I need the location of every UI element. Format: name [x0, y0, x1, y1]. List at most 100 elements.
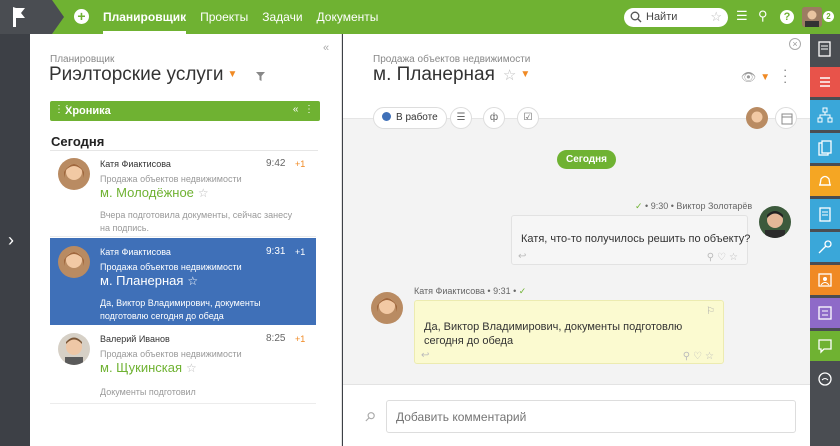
item-plus-count: +1 — [295, 334, 306, 344]
chronicle-label: Хроника — [65, 105, 111, 117]
item-author[interactable]: Валерий Иванов — [100, 334, 170, 344]
item-object: м. Планерная ☆ — [100, 273, 198, 288]
contact-card-icon[interactable] — [810, 265, 840, 295]
item-text: Документы подготовил — [100, 387, 196, 397]
eye-icon[interactable]: 👁 ▼ — [741, 70, 770, 84]
message-bubble-incoming: ⚐ Да, Виктор Владимирович, документы под… — [414, 300, 724, 364]
avatar — [58, 246, 90, 278]
comment-input[interactable] — [386, 400, 796, 433]
bell-icon[interactable] — [810, 166, 840, 196]
item-subject[interactable]: Продажа объектов недвижимости — [100, 349, 242, 359]
nav-documents[interactable]: Документы — [317, 0, 379, 34]
list-item[interactable]: Валерий Иванов 8:25 +1 Продажа объектов … — [50, 327, 316, 402]
item-author[interactable]: Катя Фиактисова — [100, 159, 171, 169]
back-arrow-icon[interactable] — [38, 0, 68, 34]
clock-icon[interactable] — [810, 364, 840, 394]
date-separator: Сегодня — [557, 150, 617, 169]
chat-icon[interactable] — [810, 331, 840, 361]
phi-icon[interactable]: ф — [483, 107, 505, 129]
divider — [50, 236, 316, 237]
documents-icon[interactable] — [810, 133, 840, 163]
list-item[interactable]: Катя Фиактисова 9:42 +1 Продажа объектов… — [50, 152, 316, 234]
left-collapse-rail[interactable]: › — [0, 34, 30, 446]
list-icon[interactable] — [810, 67, 840, 97]
rocket-icon[interactable]: ⚲ — [758, 8, 768, 24]
structure-icon[interactable] — [810, 100, 840, 130]
page-title-text: Риэлторские услуги — [49, 64, 224, 85]
avatar — [58, 158, 90, 190]
chronicle-panel: « Планировщик Риэлторские услуги ▼ ⋮⋮ Хро… — [30, 34, 342, 446]
heart-icon: ♡ — [693, 351, 706, 362]
star-icon[interactable]: ☆ — [187, 274, 198, 288]
collapse-chronicle-icon[interactable]: « ⋮ — [293, 104, 314, 115]
user-avatar[interactable] — [802, 7, 822, 27]
top-bar: + Планировщик Проекты Задачи Документы Н… — [0, 0, 840, 34]
message-text: Катя, что-то получилось решить по объект… — [521, 233, 751, 245]
avatar — [759, 206, 791, 238]
caret-down-icon[interactable]: ▼ — [227, 69, 237, 80]
menu-icon[interactable]: ☰ — [736, 8, 748, 24]
reply-icon[interactable]: ↩ — [421, 350, 429, 361]
help-icon[interactable]: ? — [780, 10, 794, 24]
close-icon[interactable]: × — [789, 38, 801, 50]
message-actions[interactable]: ⚲♡☆ — [707, 252, 741, 263]
reply-icon[interactable]: ↩ — [518, 251, 526, 262]
attach-icon[interactable]: ⚲ — [361, 408, 378, 426]
conversation-panel: × Продажа объектов недвижимости м. Плане… — [343, 34, 810, 446]
star-icon[interactable]: ☆ — [186, 361, 197, 375]
message-author[interactable]: Катя Фиактисова — [414, 286, 485, 296]
chevron-right-icon[interactable]: › — [8, 230, 14, 251]
chronicle-header[interactable]: ⋮⋮ Хроника « ⋮ — [50, 101, 320, 121]
key-icon[interactable] — [810, 232, 840, 262]
item-author[interactable]: Катя Фиактисова — [100, 247, 171, 257]
message-author[interactable]: Виктор Золотарёв — [676, 201, 752, 211]
page-title[interactable]: Риэлторские услуги ▼ — [49, 64, 237, 86]
item-subject[interactable]: Продажа объектов недвижимости — [100, 174, 242, 184]
nav-tasks[interactable]: Задачи — [262, 0, 302, 34]
flag-icon[interactable]: ⚐ — [706, 306, 715, 317]
item-object-text[interactable]: м. Планерная — [100, 273, 183, 288]
add-icon[interactable]: + — [74, 9, 89, 24]
item-plus-count: +1 — [295, 247, 306, 257]
avatar — [58, 333, 90, 365]
conversation-toolbar: В работе ☰ ф ☑ — [343, 106, 810, 132]
filter-icon[interactable] — [256, 72, 265, 81]
calendar-icon[interactable] — [775, 107, 797, 129]
more-menu-icon[interactable]: · · · — [783, 63, 787, 88]
item-object-text[interactable]: м. Молодёжное — [100, 185, 194, 200]
app-logo[interactable] — [0, 0, 38, 34]
right-tool-rail — [810, 34, 840, 446]
conversation-title-text: м. Планерная — [373, 64, 495, 85]
item-plus-count: +1 — [295, 159, 306, 169]
check-icon: ✓ — [635, 201, 643, 211]
nav-planner[interactable]: Планировщик — [103, 0, 187, 34]
clipboard-icon[interactable] — [810, 199, 840, 229]
item-object: м. Щукинская ☆ — [100, 360, 197, 375]
assignee-avatar[interactable] — [746, 107, 768, 129]
star-icon[interactable]: ☆ — [710, 9, 722, 25]
search-icon — [630, 11, 642, 23]
catalog-icon[interactable] — [810, 298, 840, 328]
conversation-title: м. Планерная ☆ ▼ — [373, 64, 530, 86]
heart-icon: ♡ — [717, 252, 730, 263]
list-item-selected[interactable]: Катя Фиактисова 9:31 +1 Продажа объектов… — [50, 238, 316, 325]
caret-down-icon[interactable]: ▼ — [520, 69, 530, 80]
status-label: В работе — [396, 112, 438, 123]
star-icon[interactable]: ☆ — [503, 67, 516, 84]
notes-icon[interactable]: ☰ — [450, 107, 472, 129]
message-meta: ✓ • 9:30 • Виктор Золотарёв — [635, 201, 753, 211]
message-actions[interactable]: ⚲♡☆ — [683, 351, 717, 362]
nav-projects[interactable]: Проекты — [200, 0, 248, 34]
status-dropdown[interactable]: В работе — [373, 107, 447, 129]
flag-logo-icon — [13, 7, 25, 27]
divider — [50, 403, 316, 404]
star-icon[interactable]: ☆ — [198, 186, 209, 200]
message-time: 9:31 — [493, 286, 511, 296]
item-object-text[interactable]: м. Щукинская — [100, 360, 182, 375]
notification-badge: 2 — [823, 11, 834, 22]
collapse-panel-icon[interactable]: « — [323, 42, 329, 54]
search-input[interactable]: Найти ☆ — [624, 8, 728, 27]
item-subject[interactable]: Продажа объектов недвижимости — [100, 262, 242, 272]
edit-note-icon[interactable] — [810, 34, 840, 64]
checkbox-icon[interactable]: ☑ — [517, 107, 539, 129]
